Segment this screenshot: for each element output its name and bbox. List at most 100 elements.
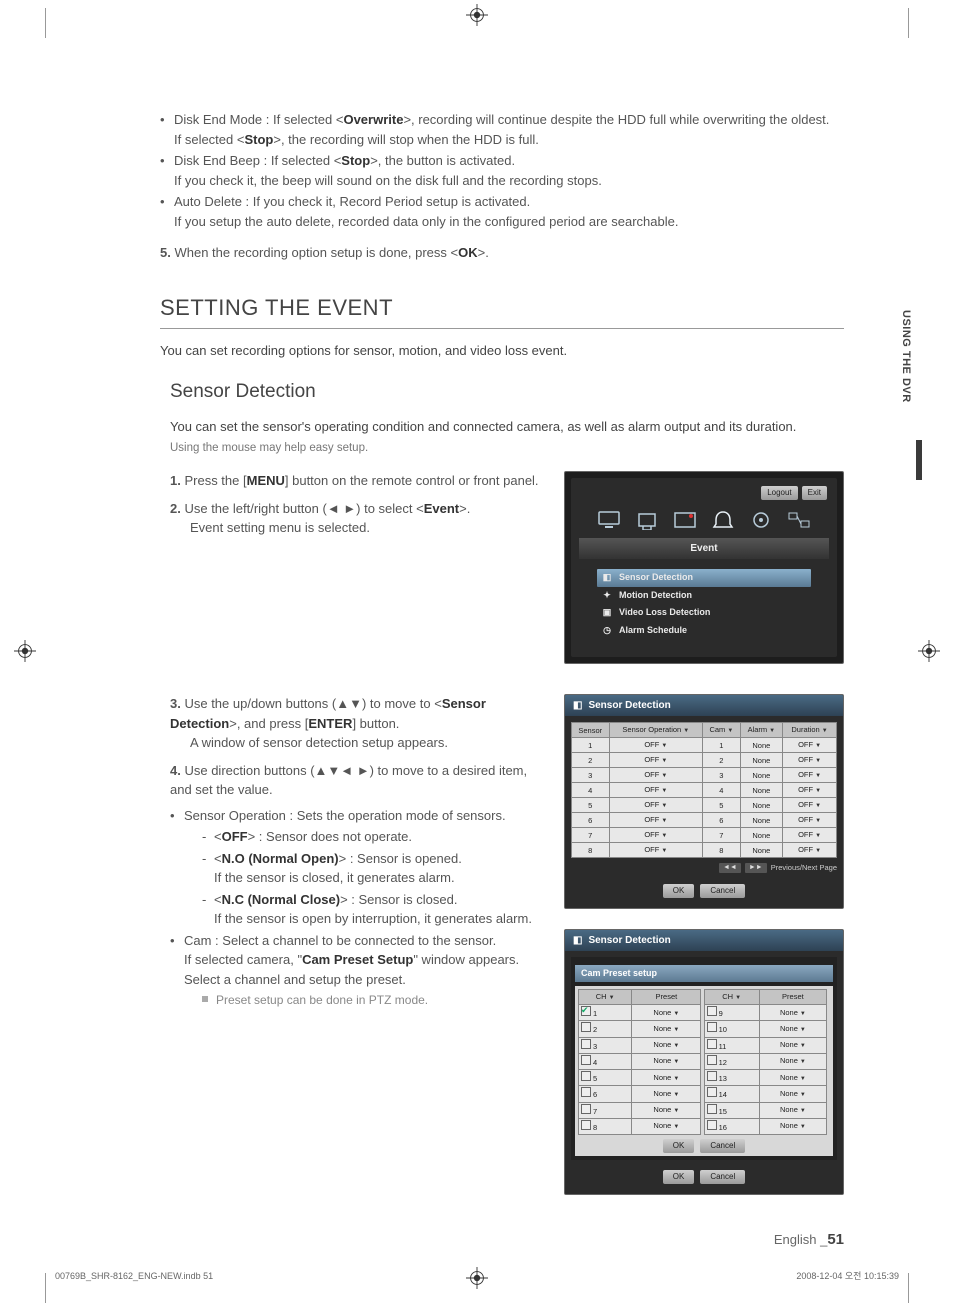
sensor-icon: ◧	[601, 572, 613, 584]
table-row: 4OFF▼4NoneOFF▼	[572, 783, 837, 798]
step-1: 1. Press the [MENU] button on the remote…	[170, 471, 546, 491]
subsection-heading-sensor: Sensor Detection	[170, 378, 844, 407]
ui-event-screenshot: Logout Exit Event ◧Sensor Detection	[564, 471, 844, 664]
checkbox[interactable]	[581, 1022, 591, 1032]
menu-alarm-schedule[interactable]: ◷Alarm Schedule	[597, 622, 811, 640]
th-alarm[interactable]: Alarm▼	[740, 723, 782, 738]
ui-exit-button[interactable]: Exit	[802, 486, 827, 500]
pager: ◄◄ ►► Previous/Next Page	[571, 862, 837, 873]
table-row: 7OFF▼7NoneOFF▼	[572, 828, 837, 843]
table-row: 11None▼	[704, 1037, 826, 1053]
prev-page-button[interactable]: ◄◄	[719, 863, 741, 874]
sensor-intro: You can set the sensor's operating condi…	[170, 417, 844, 437]
step-5: 5. When the recording option setup is do…	[160, 243, 844, 263]
page: USING THE DVR Disk End Mode : If selecte…	[0, 0, 954, 1311]
checkbox[interactable]	[707, 1104, 717, 1114]
ok-button[interactable]: OK	[663, 884, 695, 898]
table-row: 3None▼	[579, 1037, 701, 1053]
th-cam[interactable]: Cam▼	[703, 723, 741, 738]
table-row: 5OFF▼5NoneOFF▼	[572, 798, 837, 813]
table-row: 14None▼	[704, 1086, 826, 1102]
step-2: 2. Use the left/right button (◄ ►) to se…	[170, 499, 546, 538]
crop-line	[908, 1273, 909, 1303]
preset-table-left: CH▼Preset 1None▼2None▼3None▼4None▼5None▼…	[578, 989, 701, 1135]
section-intro: You can set recording options for sensor…	[160, 341, 844, 361]
cancel-button[interactable]: Cancel	[700, 884, 745, 898]
bullet-sensor-operation: Sensor Operation : Sets the operation mo…	[170, 806, 546, 929]
ui-preset-screenshot: ◧Sensor Detection Cam Preset setup CH▼Pr…	[564, 929, 844, 1196]
footer-right: 2008-12-04 오전 10:15:39	[796, 1270, 899, 1284]
checkbox[interactable]	[707, 1071, 717, 1081]
table-row: 8None▼	[579, 1118, 701, 1134]
side-tab-marker	[916, 440, 922, 480]
section-underline	[160, 328, 844, 329]
checkbox[interactable]	[707, 1087, 717, 1097]
checkbox[interactable]	[581, 1071, 591, 1081]
bullet-cam: Cam : Select a channel to be connected t…	[170, 931, 546, 1010]
bullet-disk-end-beep: Disk End Beep : If selected <Stop>, the …	[160, 151, 844, 190]
sensor-title-icon: ◧	[573, 698, 582, 713]
table-row: 2None▼	[579, 1021, 701, 1037]
footer-left: 00769B_SHR-8162_ENG-NEW.indb 51	[55, 1270, 213, 1284]
checkbox[interactable]	[707, 1120, 717, 1130]
checkbox[interactable]	[707, 1039, 717, 1049]
th-duration[interactable]: Duration▼	[783, 723, 837, 738]
checkbox[interactable]	[581, 1006, 591, 1016]
backup-icon[interactable]	[747, 508, 775, 532]
video-loss-icon: ▣	[601, 607, 613, 619]
table-row: 7None▼	[579, 1102, 701, 1118]
crop-line	[908, 8, 909, 38]
registration-mark-icon	[14, 640, 36, 662]
ui-sensor-table-screenshot: ◧Sensor Detection Sensor Sensor Operatio…	[564, 694, 844, 908]
sensor-table: Sensor Sensor Operation▼ Cam▼ Alarm▼ Dur…	[571, 722, 837, 858]
crop-line	[45, 1273, 46, 1303]
crop-line	[45, 8, 46, 38]
section-heading-setting-event: SETTING THE EVENT	[160, 291, 844, 324]
table-row: 6OFF▼6NoneOFF▼	[572, 813, 837, 828]
event-icon[interactable]	[709, 508, 737, 532]
motion-icon: ✦	[601, 590, 613, 602]
menu-motion-detection[interactable]: ✦Motion Detection	[597, 587, 811, 605]
sensor-title-icon: ◧	[573, 933, 582, 948]
table-row: 5None▼	[579, 1070, 701, 1086]
table-row: 13None▼	[704, 1070, 826, 1086]
checkbox[interactable]	[581, 1104, 591, 1114]
mouse-note: Using the mouse may help easy setup.	[170, 440, 844, 457]
table-row: 3OFF▼3NoneOFF▼	[572, 768, 837, 783]
ui-logout-button[interactable]: Logout	[761, 486, 797, 500]
table-row: 6None▼	[579, 1086, 701, 1102]
checkbox[interactable]	[707, 1055, 717, 1065]
preset-dialog-title: Cam Preset setup	[575, 965, 833, 983]
registration-mark-icon	[466, 4, 488, 26]
sub-off: <OFF> : Sensor does not operate.	[202, 827, 546, 847]
table-row: 12None▼	[704, 1053, 826, 1069]
bullet-auto-delete: Auto Delete : If you check it, Record Pe…	[160, 192, 844, 231]
outer-cancel-button[interactable]: Cancel	[700, 1170, 745, 1184]
next-page-button[interactable]: ►►	[745, 863, 767, 874]
bullet-disk-end-mode: Disk End Mode : If selected <Overwrite>,…	[160, 110, 844, 149]
page-number: English _51	[774, 1229, 844, 1252]
menu-sensor-detection[interactable]: ◧Sensor Detection	[597, 569, 811, 587]
outer-ok-button[interactable]: OK	[663, 1170, 695, 1184]
table-row: 16None▼	[704, 1118, 826, 1134]
menu-video-loss[interactable]: ▣Video Loss Detection	[597, 604, 811, 622]
device-icon[interactable]	[633, 508, 661, 532]
checkbox[interactable]	[581, 1087, 591, 1097]
checkbox[interactable]	[581, 1120, 591, 1130]
table-row: 1OFF▼1NoneOFF▼	[572, 738, 837, 753]
system-icon[interactable]	[595, 508, 623, 532]
step-3: 3. Use the up/down buttons (▲▼) to move …	[170, 694, 546, 753]
checkbox[interactable]	[707, 1022, 717, 1032]
checkbox[interactable]	[707, 1006, 717, 1016]
sub-nc: <N.C (Normal Close)> : Sensor is closed.…	[202, 890, 546, 929]
sub-no: <N.O (Normal Open)> : Sensor is opened.I…	[202, 849, 546, 888]
record-icon[interactable]	[671, 508, 699, 532]
network-icon[interactable]	[785, 508, 813, 532]
preset-cancel-button[interactable]: Cancel	[700, 1139, 745, 1153]
checkbox[interactable]	[581, 1055, 591, 1065]
preset-ok-button[interactable]: OK	[663, 1139, 695, 1153]
ui-event-tab: Event	[579, 538, 829, 559]
table-row: 10None▼	[704, 1021, 826, 1037]
checkbox[interactable]	[581, 1039, 591, 1049]
th-operation[interactable]: Sensor Operation▼	[609, 723, 703, 738]
